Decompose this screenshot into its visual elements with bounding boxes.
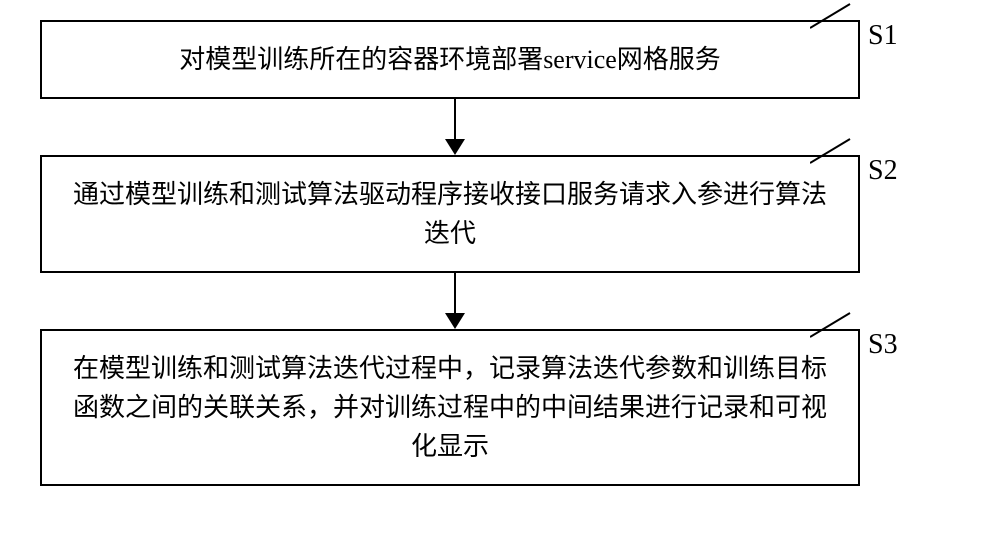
flowchart-container: 对模型训练所在的容器环境部署service网格服务 S1 通过模型训练和测试算法…: [40, 20, 960, 486]
step-3-wrapper: 在模型训练和测试算法迭代过程中，记录算法迭代参数和训练目标函数之间的关联关系，并…: [40, 329, 960, 486]
step-1-wrapper: 对模型训练所在的容器环境部署service网格服务 S1: [40, 20, 960, 99]
step-1-label: S1: [868, 20, 898, 52]
step-2-wrapper: 通过模型训练和测试算法驱动程序接收接口服务请求入参进行算法迭代 S2: [40, 155, 960, 273]
arrow-1-to-2: [445, 99, 465, 155]
step-3-text: 在模型训练和测试算法迭代过程中，记录算法迭代参数和训练目标函数之间的关联关系，并…: [72, 349, 828, 466]
step-3-label: S3: [868, 329, 898, 361]
step-1-box: 对模型训练所在的容器环境部署service网格服务: [40, 20, 860, 99]
leader-line-2: [810, 153, 860, 173]
step-2-label: S2: [868, 155, 898, 187]
arrow-line-icon: [454, 273, 456, 313]
step-3-box: 在模型训练和测试算法迭代过程中，记录算法迭代参数和训练目标函数之间的关联关系，并…: [40, 329, 860, 486]
arrow-2-to-3: [445, 273, 465, 329]
leader-line-3: [810, 327, 860, 347]
arrow-head-icon: [445, 313, 465, 329]
step-2-box: 通过模型训练和测试算法驱动程序接收接口服务请求入参进行算法迭代: [40, 155, 860, 273]
leader-line-1: [810, 18, 860, 38]
step-1-text: 对模型训练所在的容器环境部署service网格服务: [179, 40, 721, 79]
arrow-line-icon: [454, 99, 456, 139]
arrow-head-icon: [445, 139, 465, 155]
step-2-text: 通过模型训练和测试算法驱动程序接收接口服务请求入参进行算法迭代: [72, 175, 828, 253]
